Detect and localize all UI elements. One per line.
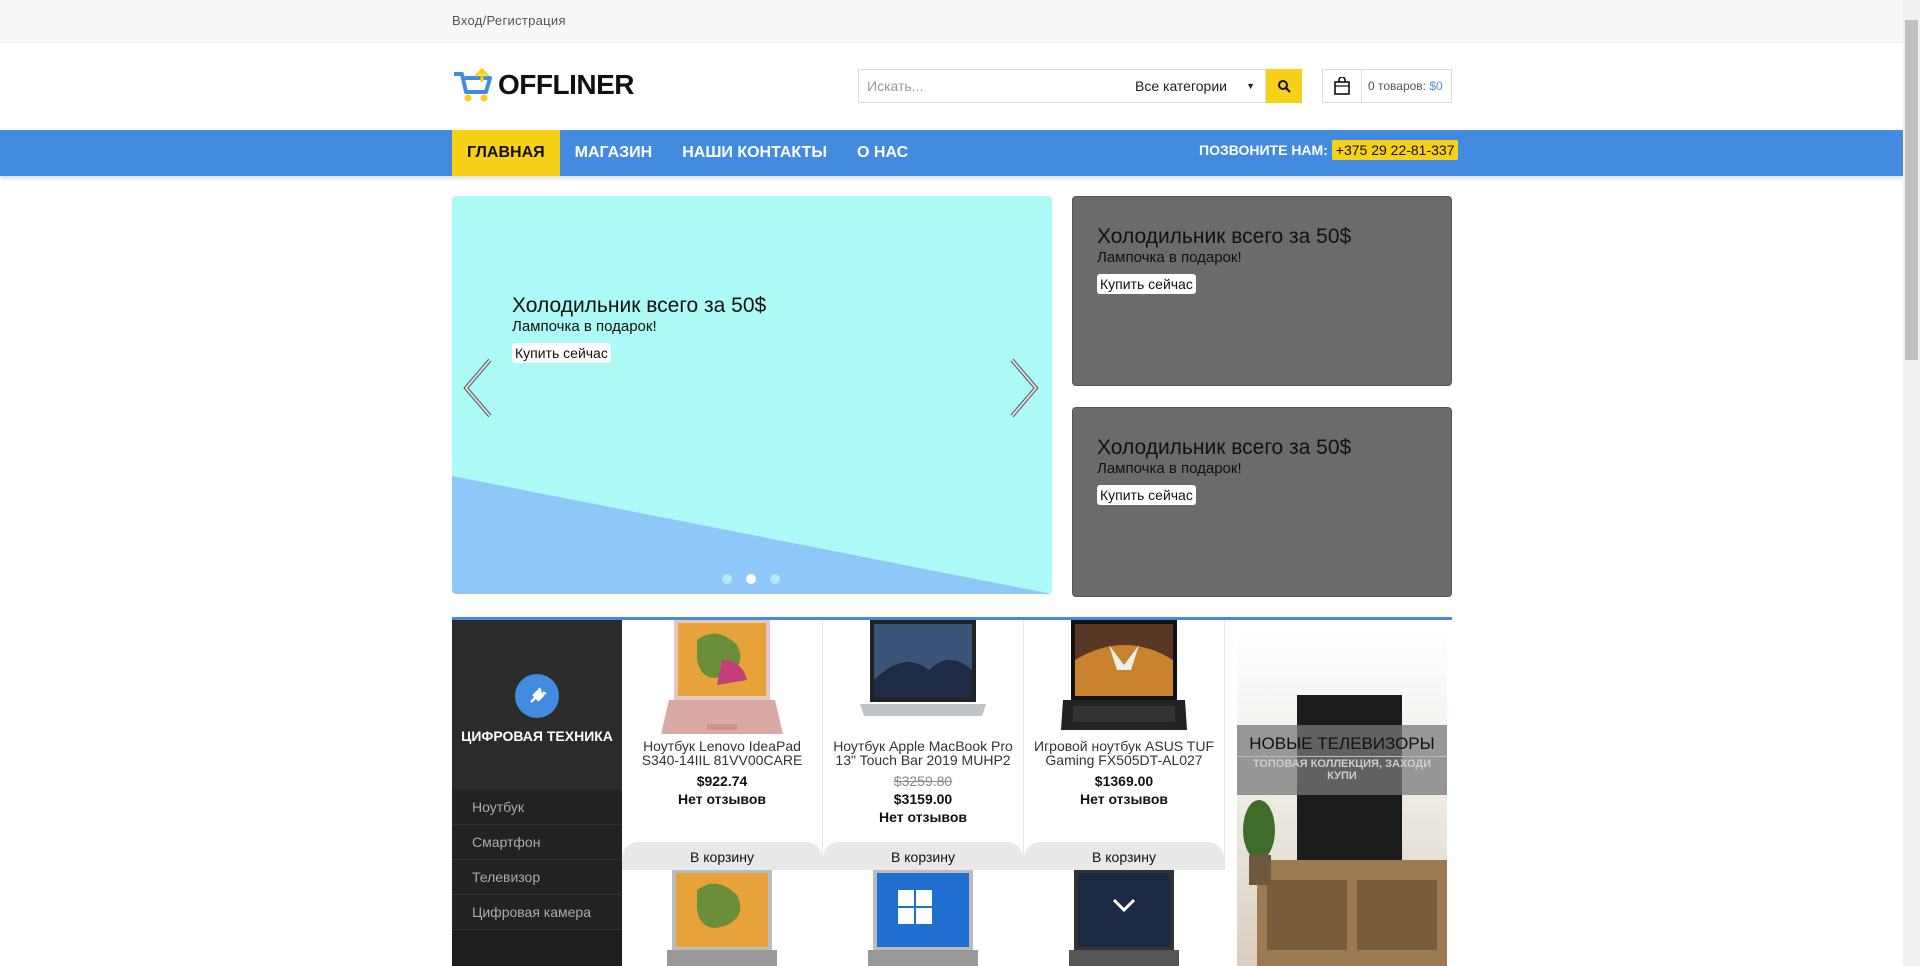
nav-item-shop[interactable]: МАГАЗИН bbox=[560, 130, 668, 176]
product-price: $922.74 bbox=[696, 773, 748, 789]
cart-total: $0 bbox=[1429, 79, 1443, 93]
add-to-cart-button[interactable]: В корзину bbox=[823, 842, 1023, 870]
nav-item-home[interactable]: ГЛАВНАЯ bbox=[452, 130, 560, 176]
product-card[interactable]: Ноутбук Lenovo IdeaPad S340-14IIL 81VV00… bbox=[622, 620, 823, 870]
banner-buy-button[interactable]: Купить сейчас bbox=[1097, 274, 1196, 294]
chevron-down-icon: ▼ bbox=[1246, 81, 1255, 91]
banner-title: Холодильник всего за 50$ bbox=[1097, 436, 1352, 459]
slide-title: Холодильник всего за 50$ bbox=[512, 294, 767, 317]
laptop-image bbox=[667, 870, 777, 966]
product-card[interactable]: Игровой ноутбук ASUS TUF Gaming FX505DT-… bbox=[1024, 620, 1225, 870]
product-name[interactable]: Ноутбук Apple MacBook Pro 13" Touch Bar … bbox=[823, 739, 1023, 767]
product-card[interactable] bbox=[1024, 870, 1224, 966]
nav-item-about[interactable]: О НАС bbox=[842, 130, 923, 176]
shopping-bag-icon bbox=[1323, 70, 1362, 102]
banner-title: Холодильник всего за 50$ bbox=[1097, 225, 1352, 248]
banner-content: Холодильник всего за 50$ Лампочка в пода… bbox=[1097, 225, 1351, 294]
banner-subtitle: Лампочка в подарок! bbox=[1097, 460, 1242, 477]
cart-button[interactable]: 0 товаров: $0 bbox=[1322, 69, 1452, 103]
product-reviews: Нет отзывов bbox=[1079, 791, 1168, 807]
product-name[interactable]: Ноутбук Lenovo IdeaPad S340-14IIL 81VV00… bbox=[622, 739, 822, 767]
promo-title: НОВЫЕ ТЕЛЕВИЗОРЫ bbox=[1249, 734, 1435, 753]
search-icon bbox=[1278, 80, 1291, 93]
slider-dot[interactable] bbox=[770, 574, 780, 584]
banner-subtitle: Лампочка в подарок! bbox=[1097, 249, 1242, 266]
product-reviews: Нет отзывов bbox=[677, 791, 766, 807]
category-title: ЦИФРОВАЯ ТЕХНИКА bbox=[461, 728, 613, 744]
product-price: $1369.00 bbox=[1094, 773, 1154, 789]
search-button[interactable] bbox=[1266, 69, 1302, 103]
slide-decoration bbox=[452, 476, 1052, 594]
product-card[interactable] bbox=[823, 870, 1023, 966]
promo-banner-2[interactable]: Холодильник всего за 50$ Лампочка в пода… bbox=[1072, 407, 1452, 597]
category-item-camera[interactable]: Цифровая камера bbox=[452, 895, 622, 930]
slider-dots bbox=[722, 574, 780, 584]
category-item-smartphone[interactable]: Смартфон bbox=[452, 825, 622, 860]
page-scrollbar[interactable] bbox=[1903, 0, 1920, 966]
category-item-tv[interactable]: Телевизор bbox=[452, 860, 622, 895]
nav-item-contacts[interactable]: НАШИ КОНТАКТЫ bbox=[667, 130, 842, 176]
product-name[interactable]: Игровой ноутбук ASUS TUF Gaming FX505DT-… bbox=[1024, 739, 1224, 767]
add-to-cart-button[interactable]: В корзину bbox=[1024, 842, 1224, 870]
site-logo[interactable]: OFFLINER bbox=[452, 66, 635, 104]
product-card[interactable]: Ноутбук Apple MacBook Pro 13" Touch Bar … bbox=[823, 620, 1024, 870]
product-card[interactable] bbox=[622, 870, 822, 966]
promo-caption: НОВЫЕ ТЕЛЕВИЗОРЫ ТОПОВАЯ КОЛЛЕКЦИЯ, ЗАХО… bbox=[1237, 725, 1447, 795]
add-to-cart-button[interactable]: В корзину bbox=[622, 842, 822, 870]
banner-buy-button[interactable]: Купить сейчас bbox=[1097, 485, 1196, 505]
promo-subtitle: ТОПОВАЯ КОЛЛЕКЦИЯ, ЗАХОДИ КУПИ bbox=[1237, 756, 1447, 782]
logo-text: OFFLINER bbox=[498, 69, 635, 100]
banner-content: Холодильник всего за 50$ Лампочка в пода… bbox=[1097, 436, 1351, 505]
plug-icon bbox=[515, 674, 559, 718]
laptop-image bbox=[661, 620, 783, 734]
top-bar: Вход/Регистрация bbox=[0, 0, 1903, 43]
laptop-image bbox=[860, 620, 986, 716]
slide-buy-button[interactable]: Купить сейчас bbox=[512, 343, 611, 363]
product-price: $3159.00 bbox=[893, 791, 953, 807]
category-select-value: Все категории bbox=[1135, 78, 1227, 94]
hero-slider: Холодильник всего за 50$ Лампочка в пода… bbox=[452, 196, 1052, 594]
search-input[interactable]: Искать... bbox=[858, 69, 1126, 103]
product-old-price: $3259.80 bbox=[893, 773, 953, 789]
slider-prev-icon[interactable] bbox=[460, 356, 496, 420]
call-us: ПОЗВОНИТЕ НАМ: +375 29 22-81-337 bbox=[1199, 140, 1459, 160]
slide-subtitle: Лампочка в подарок! bbox=[512, 318, 657, 335]
call-us-label: ПОЗВОНИТЕ НАМ: bbox=[1199, 142, 1328, 158]
cart-logo-icon bbox=[454, 67, 492, 102]
promo-tv-banner[interactable]: НОВЫЕ ТЕЛЕВИЗОРЫ ТОПОВАЯ КОЛЛЕКЦИЯ, ЗАХО… bbox=[1237, 625, 1447, 966]
slider-dot-active[interactable] bbox=[746, 574, 756, 584]
cart-count: 0 товаров: bbox=[1368, 79, 1427, 93]
category-panel: ЦИФРОВАЯ ТЕХНИКА Ноутбук Смартфон Телеви… bbox=[452, 620, 622, 966]
slider-next-icon[interactable] bbox=[1006, 356, 1042, 420]
slide-content: Холодильник всего за 50$ Лампочка в пода… bbox=[512, 294, 766, 363]
category-select[interactable]: Все категории ▼ bbox=[1125, 69, 1266, 103]
laptop-image bbox=[868, 870, 978, 966]
laptop-image bbox=[1069, 870, 1179, 966]
main-navigation: ГЛАВНАЯ МАГАЗИН НАШИ КОНТАКТЫ О НАС ПОЗВ… bbox=[0, 130, 1903, 176]
tv-furniture-image bbox=[1243, 695, 1447, 966]
scrollbar-thumb[interactable] bbox=[1905, 20, 1918, 360]
laptop-image bbox=[1061, 620, 1187, 730]
cart-summary: 0 товаров: $0 bbox=[1368, 79, 1443, 93]
product-reviews: Нет отзывов bbox=[878, 809, 967, 825]
login-register-link[interactable]: Вход/Регистрация bbox=[452, 13, 566, 28]
category-item-laptop[interactable]: Ноутбук bbox=[452, 790, 622, 825]
slider-dot[interactable] bbox=[722, 574, 732, 584]
promo-banner-1[interactable]: Холодильник всего за 50$ Лампочка в пода… bbox=[1072, 196, 1452, 386]
phone-number[interactable]: +375 29 22-81-337 bbox=[1331, 140, 1459, 160]
